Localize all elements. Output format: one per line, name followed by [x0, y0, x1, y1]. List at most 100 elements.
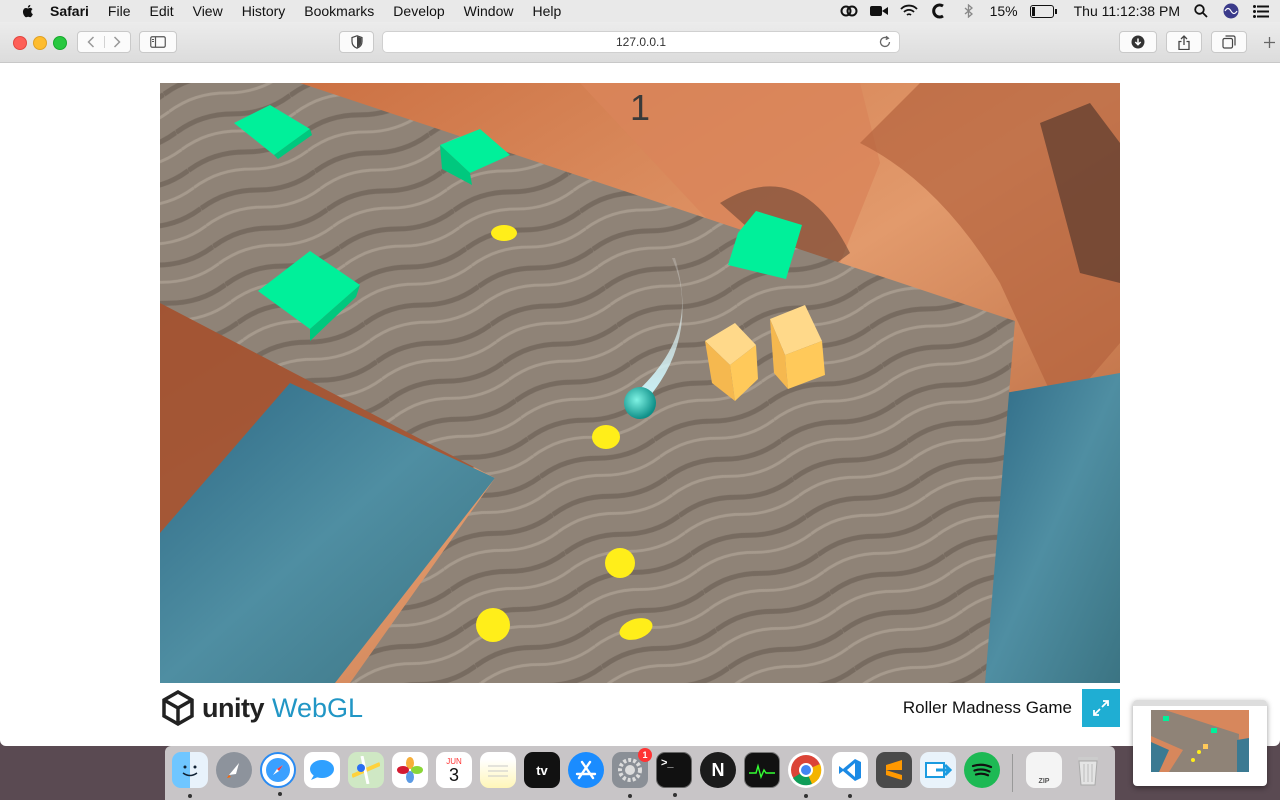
video-camera-icon[interactable] — [869, 4, 888, 18]
reload-icon[interactable] — [878, 35, 892, 49]
back-button[interactable] — [78, 36, 105, 48]
address-url: 127.0.0.1 — [615, 35, 667, 49]
siri-icon[interactable] — [1222, 3, 1240, 19]
apple-tv-label: tv — [536, 762, 548, 778]
apple-icon[interactable] — [20, 3, 36, 19]
yellow-coin — [592, 425, 620, 449]
vscode-icon[interactable] — [832, 752, 868, 798]
running-indicator — [673, 793, 677, 797]
app-store-icon[interactable] — [568, 752, 604, 788]
notion-icon[interactable]: N — [700, 752, 736, 788]
spotlight-search-icon[interactable] — [1192, 4, 1210, 18]
menu-edit[interactable]: Edit — [149, 3, 173, 19]
unity-footer: unity WebGL Roller Madness Game — [160, 686, 1120, 728]
share-button[interactable] — [1166, 31, 1202, 53]
maps-icon[interactable] — [348, 752, 384, 788]
safari-window: 127.0.0.1 1 unity WebGL Roller Madness G… — [0, 22, 1280, 746]
bluetooth-icon[interactable] — [960, 4, 978, 18]
photos-icon[interactable] — [392, 752, 428, 788]
battery-icon[interactable] — [1029, 4, 1057, 18]
launchpad-icon[interactable] — [216, 752, 252, 788]
dock: JUN 3 tv 1 >_ N ZIP — [165, 746, 1115, 800]
chevron-left-icon — [87, 36, 94, 48]
finder-icon[interactable] — [172, 752, 208, 798]
transmit-icon[interactable] — [920, 752, 956, 788]
menu-bar: Safari File Edit View History Bookmarks … — [0, 0, 1280, 22]
battery-percent: 15% — [989, 3, 1018, 19]
share-icon — [1178, 34, 1190, 50]
game-scene — [160, 83, 1120, 683]
sublime-text-icon[interactable] — [876, 752, 912, 788]
c-app-icon[interactable] — [930, 3, 948, 19]
yellow-coin — [491, 225, 517, 241]
tab-overview-button[interactable] — [1211, 31, 1247, 53]
spotify-icon[interactable] — [964, 752, 1000, 788]
calendar-day: 3 — [448, 764, 459, 785]
zip-archive-icon[interactable]: ZIP — [1026, 752, 1062, 788]
system-preferences-icon[interactable]: 1 — [612, 748, 652, 798]
running-indicator — [278, 792, 282, 796]
tabs-icon — [1222, 35, 1236, 49]
sidebar-icon — [150, 36, 166, 48]
trash-icon[interactable] — [1070, 752, 1106, 788]
player-ball — [624, 387, 656, 419]
notification-center-icon[interactable] — [1252, 4, 1270, 18]
creative-cloud-icon[interactable] — [840, 4, 858, 18]
terminal-prompt: >_ — [661, 757, 674, 769]
thumbnail-preview-image — [1133, 700, 1267, 778]
shield-icon — [350, 35, 363, 49]
download-icon — [1131, 35, 1145, 49]
notion-letter: N — [711, 759, 725, 780]
unity-cube-icon — [162, 690, 194, 726]
plus-icon — [1263, 36, 1275, 48]
browser-toolbar: 127.0.0.1 — [0, 22, 1280, 63]
window-zoom-button[interactable] — [53, 36, 67, 50]
menu-view[interactable]: View — [193, 3, 223, 19]
menu-window[interactable]: Window — [464, 3, 514, 19]
window-close-button[interactable] — [13, 36, 27, 50]
activity-monitor-icon[interactable] — [744, 752, 780, 788]
menu-history[interactable]: History — [242, 3, 286, 19]
new-tab-button[interactable] — [1258, 31, 1280, 53]
chevron-right-icon — [114, 36, 121, 48]
wifi-icon[interactable] — [899, 4, 918, 18]
running-indicator — [848, 794, 852, 798]
fullscreen-button[interactable] — [1082, 689, 1120, 727]
zip-label: ZIP — [1038, 778, 1050, 785]
running-indicator — [188, 794, 192, 798]
menu-develop[interactable]: Develop — [393, 3, 444, 19]
expand-icon — [1093, 700, 1109, 716]
webgl-wordmark: WebGL — [272, 692, 364, 723]
sidebar-toggle-button[interactable] — [139, 31, 177, 53]
menu-bookmarks[interactable]: Bookmarks — [304, 3, 374, 19]
safari-icon[interactable] — [260, 752, 296, 796]
unity-webgl-logo: unity WebGL — [160, 690, 363, 726]
dock-divider — [1012, 754, 1013, 792]
notes-icon[interactable] — [480, 752, 516, 788]
game-title: Roller Madness Game — [902, 698, 1072, 717]
address-bar[interactable]: 127.0.0.1 — [382, 31, 900, 53]
notification-badge: 1 — [638, 748, 652, 762]
menu-help[interactable]: Help — [532, 3, 561, 19]
forward-button[interactable] — [105, 36, 131, 48]
score-counter: 1 — [629, 87, 651, 128]
messages-icon[interactable] — [304, 752, 340, 788]
apple-tv-icon[interactable]: tv — [524, 752, 560, 788]
yellow-coin — [605, 548, 635, 578]
chrome-icon[interactable] — [788, 752, 824, 798]
calendar-icon[interactable]: JUN 3 — [436, 752, 472, 788]
window-minimize-button[interactable] — [33, 36, 47, 50]
running-indicator — [628, 794, 632, 798]
privacy-report-button[interactable] — [339, 31, 374, 53]
menu-app-name[interactable]: Safari — [50, 3, 89, 19]
terminal-icon[interactable]: >_ — [656, 752, 692, 797]
history-nav-group — [77, 31, 131, 53]
downloads-button[interactable] — [1119, 31, 1157, 53]
menu-file[interactable]: File — [108, 3, 131, 19]
unity-wordmark: unity — [202, 692, 265, 723]
window-thumbnail[interactable] — [1133, 700, 1267, 786]
unity-game-canvas[interactable]: 1 — [160, 83, 1120, 683]
menu-clock[interactable]: Thu 11:12:38 PM — [1074, 3, 1180, 19]
running-indicator — [804, 794, 808, 798]
yellow-coin — [476, 608, 510, 642]
